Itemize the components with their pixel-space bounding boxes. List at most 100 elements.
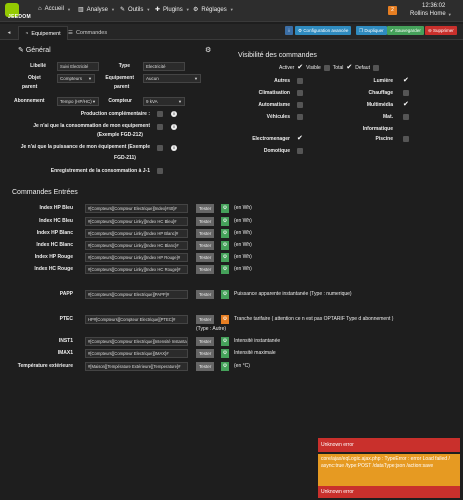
command-label: Index HP Rouge — [34, 254, 73, 260]
libelle-input[interactable]: Suivi Electricité — [57, 62, 99, 71]
visibility-checkbox[interactable]: ✔ — [297, 135, 303, 142]
puissance-only-sub: FGD-211) — [114, 155, 136, 161]
command-input[interactable]: #[Compteurs][Compteur Linky][Index HC Bl… — [85, 217, 188, 226]
configure-icon[interactable]: ⚙ — [221, 229, 229, 238]
tester-button[interactable]: Tester — [196, 229, 215, 238]
home-name[interactable]: Rollins Home ▼ — [410, 11, 452, 17]
command-description: (en Wh) — [234, 266, 252, 272]
jeedom-logo[interactable]: JEEDOM — [4, 3, 36, 20]
info-button[interactable]: i — [285, 26, 293, 35]
production-label: Production complémentaire : — [80, 111, 150, 117]
save-button[interactable]: ✔ Sauvegarder — [387, 26, 424, 35]
command-label: Index HP Bleu — [39, 205, 73, 211]
type-select[interactable]: Electricité — [143, 62, 185, 71]
visibility-checkbox[interactable] — [297, 90, 303, 96]
equipement-parent-label: parent — [114, 84, 130, 90]
cogs-icon[interactable]: ⚙ — [205, 46, 211, 54]
tester-button[interactable]: Tester — [196, 241, 215, 250]
command-label: Index HC Bleu — [39, 218, 73, 224]
equipement-select[interactable]: Aucun ▼ — [143, 74, 201, 83]
command-input[interactable]: #[Compteurs][Compteur Linky][Index HP Bl… — [85, 229, 188, 238]
visibility-label: Mat. — [383, 114, 393, 120]
chevron-down-icon: ▼ — [178, 99, 182, 104]
nav-plugins[interactable]: ✚ Plugins ▼ — [155, 6, 190, 14]
config-avancee-button[interactable]: ⚙ Configuration avancée — [295, 26, 352, 35]
configure-icon[interactable]: ⚙ — [221, 241, 229, 250]
nav-reglages-label: Réglages — [201, 6, 227, 13]
visibility-checkbox[interactable] — [297, 78, 303, 84]
production-checkbox[interactable] — [157, 111, 163, 117]
tester-button[interactable]: Tester — [196, 265, 215, 274]
visibility-checkbox[interactable] — [297, 102, 303, 108]
info-icon[interactable]: i — [171, 124, 177, 130]
enregistrement-checkbox[interactable] — [157, 168, 163, 174]
nav-outils[interactable]: ✎ Outils ▼ — [120, 6, 150, 14]
command-input[interactable]: HP#[Compteurs][Compteur Electrique][PTEC… — [85, 315, 188, 324]
tester-button[interactable]: Tester — [196, 315, 215, 324]
conso-only-checkbox[interactable] — [157, 124, 163, 130]
visibility-checkbox[interactable] — [297, 148, 303, 154]
tab-commandes-label: Commandes — [75, 30, 108, 36]
compteur-select[interactable]: 9 kVA ▼ — [143, 97, 185, 106]
tester-button[interactable]: Tester — [196, 217, 215, 226]
configure-icon[interactable]: ⚙ — [221, 315, 229, 324]
visibility-checkbox[interactable]: ✔ — [403, 77, 409, 84]
visibility-checkbox[interactable] — [403, 136, 409, 142]
abonnement-select[interactable]: Tempo (HP/HC) ▼ — [57, 97, 99, 106]
command-description: (en Wh) — [234, 254, 252, 260]
notification-badge[interactable]: 2 — [388, 6, 397, 15]
nav-analyse[interactable]: ▥ Analyse ▼ — [78, 6, 115, 14]
visibility-label: Domotique — [263, 148, 290, 154]
tab-commandes[interactable]: ☰ Commandes — [62, 26, 113, 40]
delete-button[interactable]: ⊖ Supprimer — [425, 26, 457, 35]
visibility-checkbox[interactable] — [403, 114, 409, 120]
command-input[interactable]: #[Compteurs][Compteur Electrique][PAPP]# — [85, 290, 188, 299]
dupliquer-button[interactable]: ❐ Dupliquer — [356, 26, 387, 35]
list-icon: ☰ — [68, 30, 73, 36]
visibility-checkbox[interactable]: ✔ — [403, 101, 409, 108]
check-icon: ✔ — [403, 77, 409, 84]
configure-icon[interactable]: ⚙ — [221, 362, 229, 371]
command-input[interactable]: #[Compteurs][Compteur Electrique][IMAX]# — [85, 349, 188, 358]
error-toast[interactable]: Unknown error — [318, 438, 460, 452]
abonnement-select-value: Tempo (HP/HC) — [60, 99, 92, 104]
info-icon[interactable]: i — [171, 111, 177, 117]
back-button[interactable]: ◂ — [2, 26, 16, 40]
minus-circle-icon: ⊖ — [428, 28, 432, 33]
visibility-checkbox[interactable] — [403, 90, 409, 96]
command-input[interactable]: #[Compteurs][Compteur Linky][Index HC Ro… — [85, 265, 188, 274]
copy-icon: ❐ — [359, 28, 364, 33]
nav-reglages[interactable]: ⚙ Réglages ▼ — [193, 6, 234, 14]
configure-icon[interactable]: ⚙ — [221, 204, 229, 213]
configure-icon[interactable]: ⚙ — [221, 349, 229, 358]
error-toast[interactable]: Unknown error — [318, 486, 460, 498]
configure-icon[interactable]: ⚙ — [221, 217, 229, 226]
tester-button[interactable]: Tester — [196, 337, 215, 346]
command-description: (en Wh) — [234, 230, 252, 236]
tester-button[interactable]: Tester — [196, 290, 215, 299]
error-detail-toast[interactable]: core/ajax/eqLogic.ajax.php : TypeError :… — [318, 454, 460, 486]
libelle-label: Libellé — [30, 63, 46, 69]
command-input[interactable]: #[Compteurs][Compteur Electrique][Index]… — [85, 204, 188, 213]
puissance-only-checkbox[interactable] — [157, 145, 163, 151]
tab-equipement[interactable]: ◔ Equipement — [18, 26, 68, 40]
tester-button[interactable]: Tester — [196, 362, 215, 371]
configure-icon[interactable]: ⚙ — [221, 290, 229, 299]
command-input[interactable]: #[Compteurs][Compteur Linky][Index HP Ro… — [85, 253, 188, 262]
conso-only-label: Je n'ai que la consommation de mon equip… — [33, 123, 150, 129]
command-input[interactable]: #[Maison][Température Extérieure][Temper… — [85, 362, 188, 371]
command-input[interactable]: #[Compteurs][Compteur Linky][Index HC Bl… — [85, 241, 188, 250]
command-input[interactable]: #[Compteurs][Compteur Electrique][Intens… — [85, 337, 188, 346]
info-icon[interactable]: i — [171, 145, 177, 151]
command-description: (en Wh) — [234, 242, 252, 248]
configure-icon[interactable]: ⚙ — [221, 337, 229, 346]
configure-icon[interactable]: ⚙ — [221, 265, 229, 274]
visibility-checkbox[interactable] — [297, 114, 303, 120]
configure-icon[interactable]: ⚙ — [221, 253, 229, 262]
tester-button[interactable]: Tester — [196, 253, 215, 262]
check-icon: ✔ — [297, 135, 303, 142]
tester-button[interactable]: Tester — [196, 204, 215, 213]
nav-accueil[interactable]: ⌂ Accueil ▼ — [38, 6, 71, 12]
objet-select[interactable]: Compteurs ▼ — [57, 74, 95, 83]
tester-button[interactable]: Tester — [196, 349, 215, 358]
